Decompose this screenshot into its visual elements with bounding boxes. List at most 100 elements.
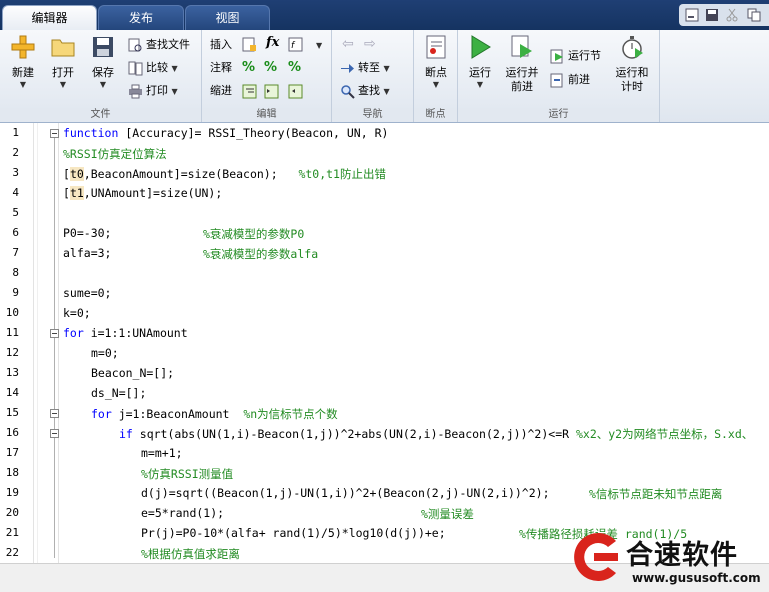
wrap-comment-icon[interactable]: % xyxy=(288,60,301,75)
print-label: 打印 xyxy=(146,84,168,97)
fold-toggle-icon[interactable] xyxy=(50,129,59,138)
smart-indent-icon[interactable] xyxy=(242,84,257,99)
code-line: alfa=3; xyxy=(63,246,112,260)
back-arrow-icon[interactable]: ⇦ xyxy=(342,36,354,52)
run-button[interactable]: 运行 ▼ xyxy=(462,34,498,89)
line-number: 8 xyxy=(12,266,19,279)
save-icon[interactable] xyxy=(705,8,719,22)
group-navigate-label: 导航 xyxy=(332,108,413,122)
advance-label: 前进 xyxy=(568,73,590,86)
line-number: 17 xyxy=(5,446,19,459)
code-folding-column xyxy=(44,123,59,563)
run-and-advance-button[interactable]: 运行并 前进 xyxy=(502,34,542,94)
run-and-advance-label: 运行并 前进 xyxy=(505,66,539,93)
group-file-label: 文件 xyxy=(0,108,201,122)
code-line: sume=0; xyxy=(63,286,112,300)
fold-toggle-icon[interactable] xyxy=(50,329,59,338)
line-number: 22 xyxy=(5,546,19,559)
open-button[interactable]: 打开 ▼ xyxy=(46,34,80,89)
new-label: 新建 xyxy=(12,66,34,79)
goto-button[interactable]: 转至 ▼ xyxy=(340,58,390,78)
function-fx-icon[interactable]: fx xyxy=(266,35,279,50)
save-button[interactable]: 保存 ▼ xyxy=(86,34,120,89)
tab-editor[interactable]: 编辑器 xyxy=(2,5,97,31)
print-button[interactable]: 打印 ▼ xyxy=(128,81,178,101)
code-editor[interactable]: function [Accuracy]= RSSI_Theory(Beacon,… xyxy=(0,123,769,563)
code-line: for j=1:BeaconAmount %n为信标节点个数 xyxy=(91,407,338,421)
group-breakpoints-label: 断点 xyxy=(414,108,457,122)
code-line: m=0; xyxy=(91,346,119,360)
variable-highlight: t1 xyxy=(69,186,84,200)
compare-label: 比较 xyxy=(146,61,168,74)
fold-toggle-icon[interactable] xyxy=(50,429,59,438)
code-line: d(j)=sqrt((Beacon(1,j)-UN(1,i))^2+(Beaco… xyxy=(141,486,550,500)
comment-button[interactable]: 注释 xyxy=(210,58,232,78)
run-section-button[interactable]: 运行节 xyxy=(550,46,601,66)
watermark-name: 合速软件 xyxy=(626,540,738,571)
run-play-icon xyxy=(471,35,491,59)
breakpoints-button[interactable]: 断点 ▼ xyxy=(418,34,454,89)
uncomment-percent-icon[interactable]: % xyxy=(264,60,277,75)
line-number: 21 xyxy=(5,526,19,539)
breakpoints-label: 断点 xyxy=(425,66,447,79)
watermark-logo: 合速软件 www.gususoft.com xyxy=(568,527,769,591)
find-files-label: 查找文件 xyxy=(146,38,190,51)
compare-button[interactable]: 比较 ▼ xyxy=(128,58,178,78)
toolstrip-tabbar: 编辑器 发布 视图 xyxy=(0,0,769,31)
fold-toggle-icon[interactable] xyxy=(50,409,59,418)
line-number: 13 xyxy=(5,366,19,379)
insert-function-icon[interactable]: f xyxy=(288,37,303,52)
group-run-label: 运行 xyxy=(458,108,659,122)
code-line: for i=1:1:UNAmount xyxy=(63,326,188,340)
insert-section-icon[interactable] xyxy=(242,37,257,52)
site-logo-icon xyxy=(574,533,618,581)
breakpoint-column[interactable] xyxy=(37,123,38,563)
comment-percent-icon[interactable]: % xyxy=(242,60,255,75)
line-number: 12 xyxy=(5,346,19,359)
insert-label: 插入 xyxy=(210,38,232,51)
run-label: 运行 xyxy=(469,66,491,79)
find-button[interactable]: 查找 ▼ xyxy=(340,81,390,101)
code-line: m=m+1; xyxy=(141,446,183,460)
insert-button[interactable]: 插入 xyxy=(210,35,232,55)
chevron-down-icon: ▼ xyxy=(432,80,440,89)
goto-label: 转至 xyxy=(358,61,380,74)
watermark-url: www.gususoft.com xyxy=(632,571,761,585)
printer-icon xyxy=(129,84,142,98)
run-advance-icon xyxy=(511,35,532,58)
find-label: 查找 xyxy=(358,84,380,97)
group-file: 新建 ▼ 打开 ▼ 保存 ▼ 查找文件 比较 ▼ 打印 ▼ 文件 xyxy=(0,30,202,122)
forward-arrow-icon[interactable]: ⇨ xyxy=(364,36,376,52)
line-number: 14 xyxy=(5,386,19,399)
magnifier-icon xyxy=(341,84,355,99)
find-files-button[interactable]: 查找文件 xyxy=(128,35,190,55)
minimize-panel-icon[interactable] xyxy=(685,8,699,22)
new-button[interactable]: 新建 ▼ xyxy=(6,34,40,89)
chevron-down-icon[interactable]: ▼ xyxy=(316,41,322,50)
code-line: k=0; xyxy=(63,306,91,320)
code-line: e=5*rand(1); xyxy=(141,506,225,520)
indent-button[interactable]: 缩进 xyxy=(210,81,232,101)
folder-icon xyxy=(51,39,75,57)
line-number: 4 xyxy=(12,186,19,199)
increase-indent-icon[interactable] xyxy=(264,84,279,99)
line-number: 15 xyxy=(5,406,19,419)
line-number: 19 xyxy=(5,486,19,499)
advance-button[interactable]: 前进 xyxy=(550,70,590,90)
fold-guide-line xyxy=(54,138,55,558)
copy-icon[interactable] xyxy=(747,8,761,22)
advance-icon xyxy=(550,73,563,87)
tab-view[interactable]: 视图 xyxy=(185,5,270,30)
code-line: [t1,UNAmount]=size(UN); xyxy=(63,186,223,200)
line-number: 20 xyxy=(5,506,19,519)
goto-arrow-icon xyxy=(341,63,354,73)
line-number: 5 xyxy=(12,206,19,219)
chevron-down-icon: ▼ xyxy=(476,80,484,89)
cut-icon[interactable] xyxy=(725,8,739,22)
ribbon: 新建 ▼ 打开 ▼ 保存 ▼ 查找文件 比较 ▼ 打印 ▼ 文件 插入 fx f… xyxy=(0,30,769,123)
line-number: 2 xyxy=(12,146,19,159)
tab-publish[interactable]: 发布 xyxy=(98,5,184,30)
line-number: 6 xyxy=(12,226,19,239)
run-and-time-button[interactable]: 运行和 计时 xyxy=(612,34,652,94)
decrease-indent-icon[interactable] xyxy=(288,84,303,99)
